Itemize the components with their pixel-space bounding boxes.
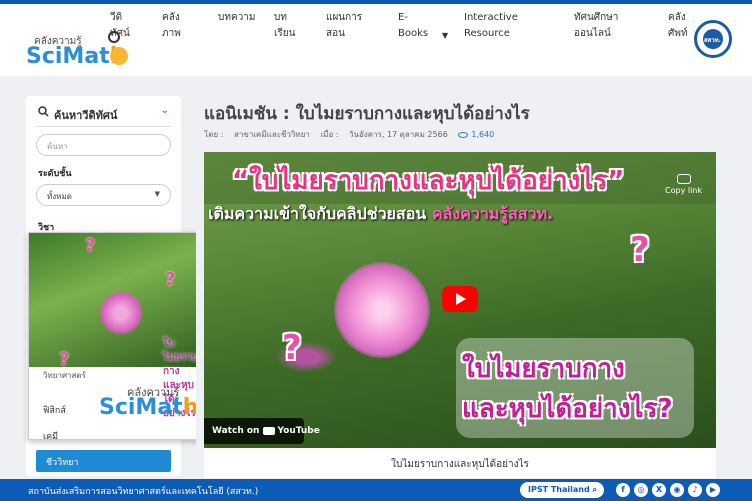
level-label: ระดับชั้น: [38, 169, 72, 179]
tiktok-icon[interactable]: ♪: [688, 483, 702, 497]
youtube-icon: [263, 426, 276, 435]
nav-glossary[interactable]: คลัง ศัพท์: [668, 10, 688, 42]
nav-lessons[interactable]: บท เรียน: [274, 10, 295, 42]
site-header: คลังความรู้ SciMath วีดิ ทัศน์ คลัง ภาพ …: [0, 4, 752, 76]
video-caption-line-1: ใบไมยราบกาง: [462, 354, 625, 384]
line-icon[interactable]: ◎: [634, 483, 648, 497]
nav-virtual-field-trip[interactable]: ทัศนศึกษา ออนไลน์: [574, 10, 618, 42]
ipst-thailand-search-button[interactable]: IPST Thailand ⌕: [520, 482, 604, 498]
search-icon: ⌕: [592, 485, 597, 494]
instagram-icon[interactable]: ◉: [670, 483, 684, 497]
list-item[interactable]: วิทยาศาสตร์: [43, 369, 86, 382]
nav-ebooks[interactable]: E- Books ▼: [398, 10, 448, 42]
mimosa-flower-image: [99, 291, 143, 335]
copy-icon: [676, 174, 691, 184]
date-label: เมื่อ :: [320, 130, 339, 139]
search-icon: [38, 106, 49, 117]
question-mark-graphic: ?: [59, 349, 70, 370]
mascot-icon: [110, 47, 128, 65]
chevron-down-icon: ▼: [154, 190, 160, 198]
level-select[interactable]: ทั้งหมด ▼: [36, 184, 171, 206]
emblem-label: สสวท.: [704, 37, 721, 44]
copy-link-button[interactable]: Copy link: [665, 174, 702, 195]
divider: [36, 126, 171, 127]
floating-mini-player[interactable]: ? ? ? ใบไมยราบกาง และหุบได้อย่างไร? วิทย…: [28, 232, 203, 440]
site-footer: สถาบันส่งเสริมการสอนวิทยาศาสตร์และเทคโนโ…: [0, 479, 752, 501]
x-icon[interactable]: X: [652, 483, 666, 497]
article-meta: โดย : สาขาเคมีและชีววิทยา เมื่อ : วันอัง…: [204, 128, 510, 141]
footer-org-name: สถาบันส่งเสริมการสอนวิทยาศาสตร์และเทคโนโ…: [28, 487, 259, 497]
question-mark-graphic: ?: [630, 230, 650, 270]
question-mark-graphic: ?: [85, 235, 96, 256]
video-subheadline: เติมความเข้าใจกับคลิปช่วยสอน คลังความรู้…: [208, 204, 554, 223]
video-caption: ใบไมยราบกางและหุบได้อย่างไร: [204, 448, 716, 478]
view-count: 1,640: [458, 130, 502, 139]
sidebar-title: ค้นหาวีดิทัศน์: [54, 109, 118, 122]
search-input[interactable]: ค้นหา: [36, 134, 171, 156]
by-label: โดย :: [204, 130, 224, 139]
question-mark-graphic: ?: [165, 269, 176, 290]
sidebar-item-chemistry[interactable]: เคมี: [43, 429, 58, 439]
chevron-down-icon: ▼: [442, 31, 449, 40]
youtube-icon[interactable]: ▶: [706, 483, 720, 497]
date-text: วันอังคาร, 17 ตุลาคม 2566: [349, 130, 448, 139]
nav-interactive-resource[interactable]: Interactive Resource: [464, 10, 518, 42]
ipst-emblem[interactable]: สสวท.: [694, 20, 732, 58]
play-button[interactable]: [442, 286, 478, 312]
main-content: แอนิเมชัน : ใบไมยราบกางและหุบได้อย่างไร …: [196, 92, 730, 482]
nav-lesson-plans[interactable]: แผนการ สอน: [326, 10, 362, 42]
mini-video-frame[interactable]: ? ? ? ใบไมยราบกาง และหุบได้อย่างไร?: [29, 233, 202, 419]
sidebar-item-biology-active[interactable]: ชีววิทยา: [36, 450, 171, 472]
mimosa-flower-image: [334, 262, 430, 358]
question-mark-graphic: ?: [282, 328, 302, 368]
watch-on-youtube-button[interactable]: Watch on YouTube: [204, 418, 320, 444]
nav-videos[interactable]: วีดิ ทัศน์: [110, 10, 130, 42]
sidebar-item-physics[interactable]: ฟิสิกส์: [43, 403, 66, 417]
youtube-video-player[interactable]: “ใบไมยราบกางและหุบได้อย่างไร” เติมความเข…: [204, 152, 716, 448]
nav-articles[interactable]: บทความ: [218, 10, 255, 26]
eye-icon: [458, 131, 469, 138]
logo-wordmark: SciMath: [99, 395, 199, 420]
author-text: สาขาเคมีและชีววิทยา: [233, 130, 310, 139]
nav-image-library[interactable]: คลัง ภาพ: [162, 10, 181, 42]
video-caption-line-2: และหุบได้อย่างไร?: [462, 394, 673, 424]
facebook-icon[interactable]: f: [616, 483, 630, 497]
page-title: แอนิเมชัน : ใบไมยราบกางและหุบได้อย่างไร: [204, 104, 530, 124]
chevron-down-icon[interactable]: ⌄: [161, 105, 169, 116]
video-headline: “ใบไมยราบกางและหุบได้อย่างไร”: [232, 166, 625, 196]
